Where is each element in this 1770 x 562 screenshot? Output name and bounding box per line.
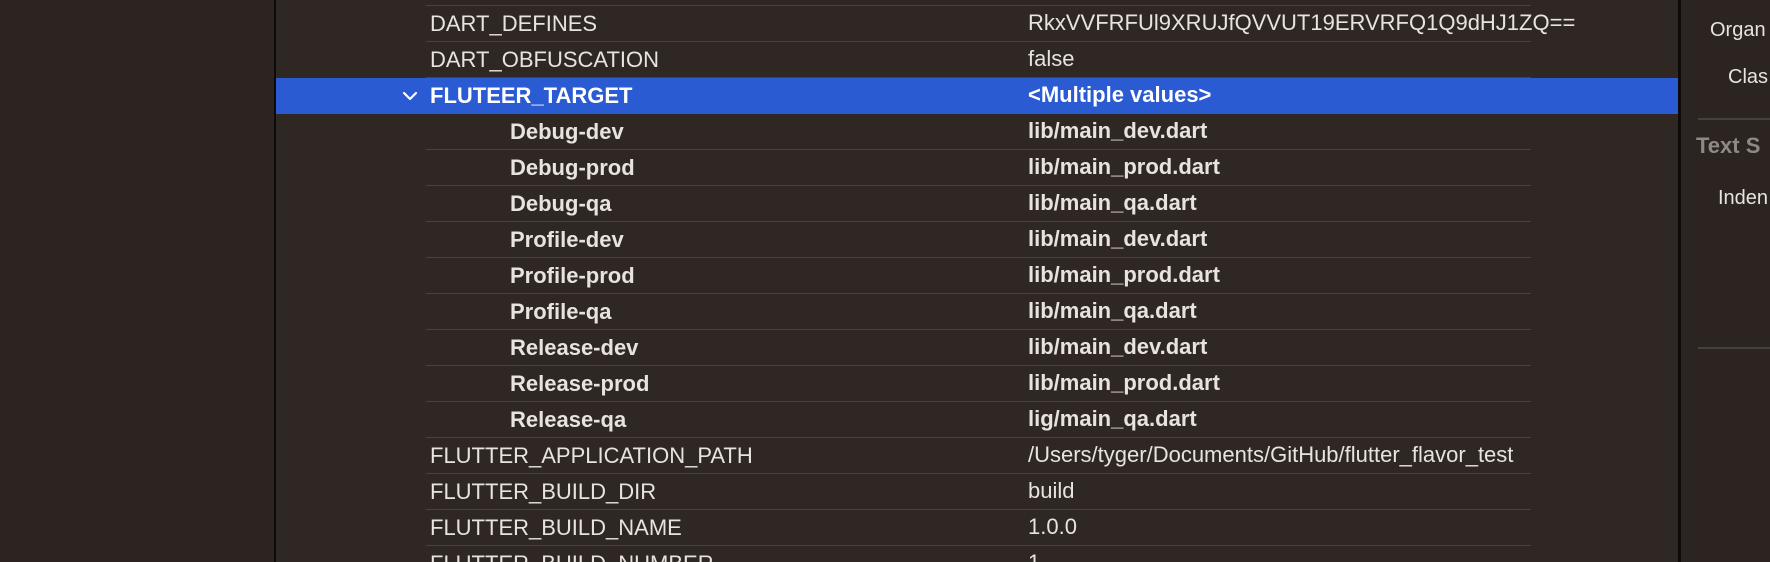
- inspector-pane: Organ Clas Text S Inden: [1681, 0, 1770, 562]
- setting-row-flutter-application-path[interactable]: FLUTTER_APPLICATION_PATH /Users/tyger/Do…: [276, 438, 1678, 474]
- setting-row-dart-defines[interactable]: DART_DEFINES RkxVVFRFUl9XRUJfQVVUT19ERVR…: [276, 6, 1678, 42]
- setting-row-debug-qa[interactable]: Debug-qa lib/main_qa.dart: [276, 186, 1678, 222]
- setting-row-flutter-build-dir[interactable]: FLUTTER_BUILD_DIR build: [276, 474, 1678, 510]
- setting-row-fluteer-target[interactable]: FLUTEER_TARGET <Multiple values>: [276, 78, 1678, 114]
- setting-key: FLUTTER_BUILD_NUMBER: [430, 546, 714, 562]
- indent-label: Inden: [1718, 187, 1769, 209]
- setting-key: Release-prod: [510, 371, 650, 396]
- setting-key: FLUTEER_TARGET: [430, 83, 633, 108]
- setting-key: Debug-dev: [510, 119, 624, 144]
- setting-value[interactable]: 1.0.0: [1028, 510, 1077, 544]
- setting-key: Profile-qa: [510, 299, 612, 324]
- setting-row-flutter-build-name[interactable]: FLUTTER_BUILD_NAME 1.0.0: [276, 510, 1678, 546]
- setting-key: Release-qa: [510, 407, 627, 432]
- organization-label: Organ: [1710, 19, 1766, 41]
- setting-key: Release-dev: [510, 335, 639, 360]
- setting-row-release-qa[interactable]: Release-qa lig/main_qa.dart: [276, 402, 1678, 438]
- navigator-pane: [0, 0, 274, 562]
- setting-value[interactable]: lig/main_qa.dart: [1028, 402, 1197, 436]
- setting-row-release-prod[interactable]: Release-prod lib/main_prod.dart: [276, 366, 1678, 402]
- setting-value[interactable]: lib/main_prod.dart: [1028, 258, 1220, 292]
- class-prefix-label: Clas: [1728, 66, 1769, 88]
- setting-row-debug-prod[interactable]: Debug-prod lib/main_prod.dart: [276, 150, 1678, 186]
- setting-row-profile-dev[interactable]: Profile-dev lib/main_dev.dart: [276, 222, 1678, 258]
- setting-key: DART_OBFUSCATION: [430, 47, 659, 72]
- text-settings-heading: Text S: [1696, 133, 1761, 158]
- xcode-window: DART_DEFINES RkxVVFRFUl9XRUJfQVVUT19ERVR…: [0, 0, 1770, 562]
- build-settings-editor: DART_DEFINES RkxVVFRFUl9XRUJfQVVUT19ERVR…: [276, 0, 1678, 562]
- setting-row-dart-obfuscation[interactable]: DART_OBFUSCATION false: [276, 42, 1678, 78]
- setting-row-release-dev[interactable]: Release-dev lib/main_dev.dart: [276, 330, 1678, 366]
- setting-row-profile-prod[interactable]: Profile-prod lib/main_prod.dart: [276, 258, 1678, 294]
- setting-key: Profile-prod: [510, 263, 635, 288]
- setting-value[interactable]: build: [1028, 474, 1074, 508]
- setting-value[interactable]: lib/main_dev.dart: [1028, 114, 1207, 148]
- setting-value[interactable]: lib/main_prod.dart: [1028, 150, 1220, 184]
- setting-key: DART_DEFINES: [430, 11, 598, 36]
- setting-value[interactable]: RkxVVFRFUl9XRUJfQVVUT19ERVRFQ1Q9dHJ1ZQ==: [1028, 6, 1575, 40]
- inspector-divider: [1698, 118, 1770, 120]
- chevron-down-icon[interactable]: [402, 88, 418, 104]
- setting-key: Profile-dev: [510, 227, 624, 252]
- setting-value[interactable]: <Multiple values>: [1028, 78, 1211, 112]
- setting-key: FLUTTER_BUILD_NAME: [430, 515, 682, 540]
- setting-row-flutter-build-number[interactable]: FLUTTER_BUILD_NUMBER 1: [276, 546, 1678, 562]
- build-settings-list: DART_DEFINES RkxVVFRFUl9XRUJfQVVUT19ERVR…: [276, 6, 1678, 562]
- setting-key: FLUTTER_BUILD_DIR: [430, 479, 657, 504]
- setting-row-profile-qa[interactable]: Profile-qa lib/main_qa.dart: [276, 294, 1678, 330]
- setting-value[interactable]: lib/main_dev.dart: [1028, 222, 1207, 256]
- setting-value[interactable]: lib/main_qa.dart: [1028, 186, 1197, 220]
- setting-value[interactable]: /Users/tyger/Documents/GitHub/flutter_fl…: [1028, 438, 1513, 472]
- setting-key: FLUTTER_APPLICATION_PATH: [430, 443, 753, 468]
- setting-value[interactable]: false: [1028, 42, 1074, 76]
- setting-value[interactable]: lib/main_prod.dart: [1028, 366, 1220, 400]
- setting-key: Debug-qa: [510, 191, 612, 216]
- setting-value[interactable]: 1: [1028, 546, 1040, 562]
- setting-value[interactable]: lib/main_dev.dart: [1028, 330, 1207, 364]
- setting-key: Debug-prod: [510, 155, 635, 180]
- setting-row-debug-dev[interactable]: Debug-dev lib/main_dev.dart: [276, 114, 1678, 150]
- inspector-divider: [1698, 347, 1770, 349]
- setting-value[interactable]: lib/main_qa.dart: [1028, 294, 1197, 328]
